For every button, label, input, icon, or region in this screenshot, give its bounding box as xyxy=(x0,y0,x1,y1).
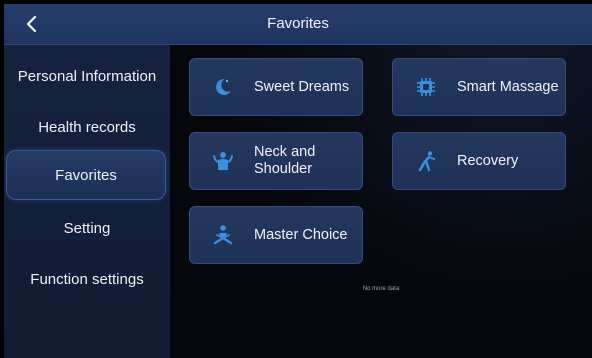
card-label: Recovery xyxy=(457,152,519,169)
sidebar-item-favorites[interactable]: Favorites xyxy=(6,150,166,200)
chip-icon xyxy=(413,74,439,100)
favorites-panel: Sweet Dreams Smart Massage Neck and Shou… xyxy=(170,45,592,358)
sidebar-item-label: Personal Information xyxy=(17,67,157,85)
favorite-card-master-choice[interactable]: Master Choice xyxy=(189,206,363,264)
person-shoulder-icon xyxy=(210,148,236,174)
header-bar: Favorites xyxy=(4,4,592,45)
favorite-card-recovery[interactable]: Recovery xyxy=(392,132,566,190)
sidebar-item-personal-information[interactable]: Personal Information xyxy=(4,51,170,101)
sidebar: Personal Information Health records Favo… xyxy=(4,45,170,358)
page-title: Favorites xyxy=(267,15,329,32)
favorite-card-neck-and-shoulder[interactable]: Neck and Shoulder xyxy=(189,132,363,190)
favorite-card-sweet-dreams[interactable]: Sweet Dreams xyxy=(189,58,363,116)
card-label: Master Choice xyxy=(254,226,348,243)
sidebar-item-setting[interactable]: Setting xyxy=(4,203,170,253)
empty-list-note: No more data xyxy=(362,286,400,292)
favorite-card-smart-massage[interactable]: Smart Massage xyxy=(392,58,566,116)
sidebar-item-label: Favorites xyxy=(55,166,117,184)
card-label: Smart Massage xyxy=(457,78,559,95)
sidebar-item-health-records[interactable]: Health records xyxy=(4,102,170,152)
seated-person-icon xyxy=(210,222,236,248)
stretching-person-icon xyxy=(413,148,439,174)
sidebar-item-label: Setting xyxy=(63,219,111,237)
moon-icon xyxy=(210,74,236,100)
card-label: Sweet Dreams xyxy=(254,78,350,95)
app-screen: Favorites Personal Information Health re… xyxy=(4,4,592,358)
card-label: Neck and Shoulder xyxy=(254,144,316,177)
sidebar-item-label: Function settings xyxy=(30,270,144,288)
back-button[interactable] xyxy=(18,10,46,38)
sidebar-item-function-settings[interactable]: Function settings xyxy=(4,254,170,304)
chevron-left-icon xyxy=(26,15,37,33)
sidebar-item-label: Health records xyxy=(38,118,136,136)
